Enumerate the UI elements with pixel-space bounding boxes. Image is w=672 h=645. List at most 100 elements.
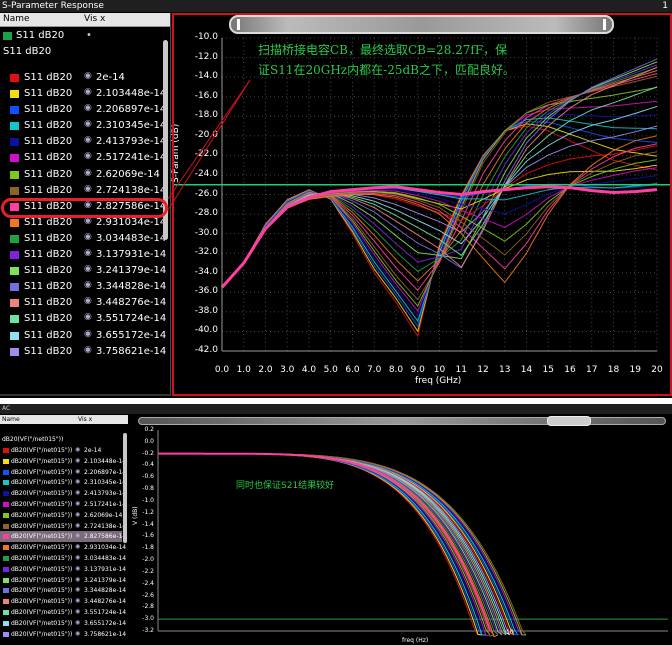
trace-param-value: 2.310345e-14: [84, 479, 127, 487]
visibility-eye-icon[interactable]: ◉: [75, 489, 80, 496]
trace-row[interactable]: S11 dB20 ◉ 2.413793e-14: [0, 134, 166, 150]
ac-y-tick-label: -2.2: [142, 567, 154, 575]
visibility-eye-icon[interactable]: ◉: [75, 446, 80, 453]
visibility-eye-icon[interactable]: ◉: [75, 468, 80, 475]
trace-row[interactable]: dB20(VF("/net015")) ◉ 2.931034e-14: [0, 542, 126, 553]
ac-trace-list-header[interactable]: Name Vis x: [0, 415, 128, 424]
trace-row[interactable]: S11 dB20 ◉ 2.724138e-14: [0, 183, 166, 199]
trace-param-value: 3.758621e-14: [96, 345, 167, 357]
trace-color-swatch: [10, 106, 19, 115]
trace-color-swatch: [3, 577, 9, 583]
trace-row[interactable]: S11 dB20 ◉ 3.448276e-14: [0, 295, 166, 311]
trace-color-swatch: [10, 299, 19, 308]
trace-row[interactable]: dB20(VF("/net015")) ◉ 2e-14: [0, 445, 122, 456]
visibility-eye-icon[interactable]: ◉: [75, 630, 80, 637]
group-top-row[interactable]: S11 dB20 •: [0, 28, 160, 44]
s11-plot-area[interactable]: -10.0 -12.0 -14.0 -16.0 -18.0 -20.0 -22.0 -24.0…: [171, 13, 672, 396]
trace-row[interactable]: S11 dB20 ◉ 2.310345e-14: [0, 118, 166, 134]
ac-group-row[interactable]: dB20(VF("/net015")): [0, 434, 122, 445]
visibility-eye-icon[interactable]: ◉: [84, 71, 92, 81]
ac-column-vis-header[interactable]: Vis x: [78, 416, 92, 423]
trace-row[interactable]: dB20(VF("/net015")) ◉ 3.137931e-14: [0, 564, 126, 575]
ac-zoom-slider-thumb[interactable]: [547, 416, 591, 426]
trace-row[interactable]: S11 dB20 ◉ 2e-14: [0, 70, 160, 86]
trace-row[interactable]: S11 dB20 ◉ 3.551724e-14: [0, 311, 166, 327]
ac-column-name-header[interactable]: Name: [2, 416, 20, 423]
trace-row[interactable]: dB20(VF("/net015")) ◉ 2.206897e-14: [0, 467, 126, 478]
column-vis-header[interactable]: Vis x: [84, 14, 105, 24]
visibility-eye-icon[interactable]: ◉: [84, 103, 92, 113]
trace-param-value: 2.62069e-14: [84, 511, 123, 519]
trace-row[interactable]: S11 dB20 ◉ 3.241379e-14: [0, 263, 166, 279]
visibility-eye-icon[interactable]: ◉: [75, 608, 80, 615]
visibility-eye-icon[interactable]: ◉: [84, 184, 92, 194]
trace-row[interactable]: dB20(VF("/net015")) ◉ 2.310345e-14: [0, 477, 126, 488]
ac-y-tick-label: -0.8: [142, 485, 154, 493]
trace-row[interactable]: dB20(VF("/net015")) ◉ 3.551724e-14: [0, 607, 126, 618]
group-sub-row[interactable]: S11 dB20: [0, 44, 160, 60]
visibility-eye-icon[interactable]: ◉: [84, 151, 92, 161]
ac-plot-area[interactable]: 0.2 0.0 -0.2 -0.4 -0.6 -0.8 -1.0 -1.2 -1.4 -1.6 -1…: [130, 415, 672, 645]
visibility-eye-icon[interactable]: ◉: [75, 532, 80, 539]
trace-row[interactable]: S11 dB20 ◉ 2.103448e-14: [0, 86, 166, 102]
visibility-eye-icon[interactable]: ◉: [84, 87, 92, 97]
trace-row[interactable]: S11 dB20 ◉ 3.034483e-14: [0, 231, 166, 247]
visibility-eye-icon[interactable]: ◉: [75, 576, 80, 583]
trace-row[interactable]: S11 dB20 ◉ 3.758621e-14: [0, 344, 166, 360]
visibility-eye-icon[interactable]: ◉: [84, 119, 92, 129]
trace-row[interactable]: S11 dB20 ◉ 2.206897e-14: [0, 102, 166, 118]
trace-row[interactable]: S11 dB20 ◉ 3.655172e-14: [0, 328, 166, 344]
visibility-eye-icon[interactable]: ◉: [75, 478, 80, 485]
trace-row[interactable]: dB20(VF("/net015")) ◉ 3.241379e-14: [0, 575, 126, 586]
visibility-eye-icon[interactable]: ◉: [84, 168, 92, 178]
trace-row[interactable]: dB20(VF("/net015")) ◉ 2.103448e-14: [0, 456, 126, 467]
trace-name: dB20(VF("/net015")): [11, 630, 73, 638]
trace-row[interactable]: dB20(VF("/net015")) ◉ 3.758621e-14: [0, 629, 126, 640]
trace-name: S11 dB20: [24, 184, 73, 196]
visibility-eye-icon[interactable]: ◉: [84, 329, 92, 339]
trace-name: dB20(VF("/net015")): [11, 500, 73, 508]
trace-color-swatch: [3, 512, 9, 518]
trace-row[interactable]: S11 dB20 ◉ 2.517241e-14: [0, 150, 166, 166]
visibility-eye-icon[interactable]: ◉: [84, 264, 92, 274]
visibility-eye-icon[interactable]: ◉: [84, 280, 92, 290]
ac-trace-list-scrollbar[interactable]: [123, 433, 127, 543]
visibility-eye-icon[interactable]: ◉: [75, 457, 80, 464]
trace-row[interactable]: S11 dB20 ◉ 3.137931e-14: [0, 247, 166, 263]
visibility-eye-icon[interactable]: ◉: [75, 511, 80, 518]
trace-param-value: 2.206897e-14: [84, 468, 127, 476]
trace-row[interactable]: dB20(VF("/net015")) ◉ 3.344828e-14: [0, 585, 126, 596]
visibility-eye-icon[interactable]: ◉: [75, 543, 80, 550]
visibility-eye-icon[interactable]: ◉: [75, 619, 80, 626]
trace-row[interactable]: dB20(VF("/net015")) ◉ 2.62069e-14: [0, 510, 122, 521]
trace-row[interactable]: dB20(VF("/net015")) ◉ 3.448276e-14: [0, 596, 126, 607]
visibility-eye-icon[interactable]: ◉: [84, 345, 92, 355]
visibility-eye-icon[interactable]: ◉: [84, 248, 92, 258]
trace-row[interactable]: dB20(VF("/net015")) ◉ 2.827586e-14: [0, 531, 126, 543]
trace-row[interactable]: dB20(VF("/net015")) ◉ 2.724138e-14: [0, 521, 126, 532]
ac-y-tick-label: -1.0: [142, 496, 154, 504]
visibility-eye-icon[interactable]: ◉: [84, 232, 92, 242]
trace-row[interactable]: dB20(VF("/net015")) ◉ 3.655172e-14: [0, 618, 126, 629]
visibility-eye-icon[interactable]: ◉: [75, 522, 80, 529]
visibility-eye-icon[interactable]: ◉: [84, 296, 92, 306]
visibility-eye-icon[interactable]: ◉: [75, 554, 80, 561]
visibility-eye-icon[interactable]: ◉: [75, 586, 80, 593]
trace-name: dB20(VF("/net015")): [11, 608, 73, 616]
trace-row[interactable]: S11 dB20 ◉ 2.62069e-14: [0, 167, 160, 183]
visibility-eye-icon[interactable]: ◉: [84, 135, 92, 145]
ac-zoom-slider[interactable]: [138, 416, 666, 426]
trace-row[interactable]: dB20(VF("/net015")) ◉ 3.034483e-14: [0, 553, 126, 564]
trace-list-header[interactable]: Name Vis x: [0, 13, 170, 27]
ac-y-tick-label: -2.8: [142, 603, 154, 611]
trace-row[interactable]: S11 dB20 ◉ 3.344828e-14: [0, 279, 166, 295]
trace-param-value: 3.655172e-14: [96, 329, 167, 341]
trace-row[interactable]: dB20(VF("/net015")) ◉ 2.413793e-14: [0, 488, 126, 499]
visibility-eye-icon[interactable]: ◉: [75, 565, 80, 572]
visibility-eye-icon[interactable]: ◉: [84, 312, 92, 322]
visibility-eye-icon[interactable]: ◉: [75, 597, 80, 604]
trace-color-swatch: [10, 154, 19, 163]
trace-row[interactable]: dB20(VF("/net015")) ◉ 2.517241e-14: [0, 499, 126, 510]
column-name-header[interactable]: Name: [3, 14, 30, 24]
visibility-eye-icon[interactable]: ◉: [75, 500, 80, 507]
